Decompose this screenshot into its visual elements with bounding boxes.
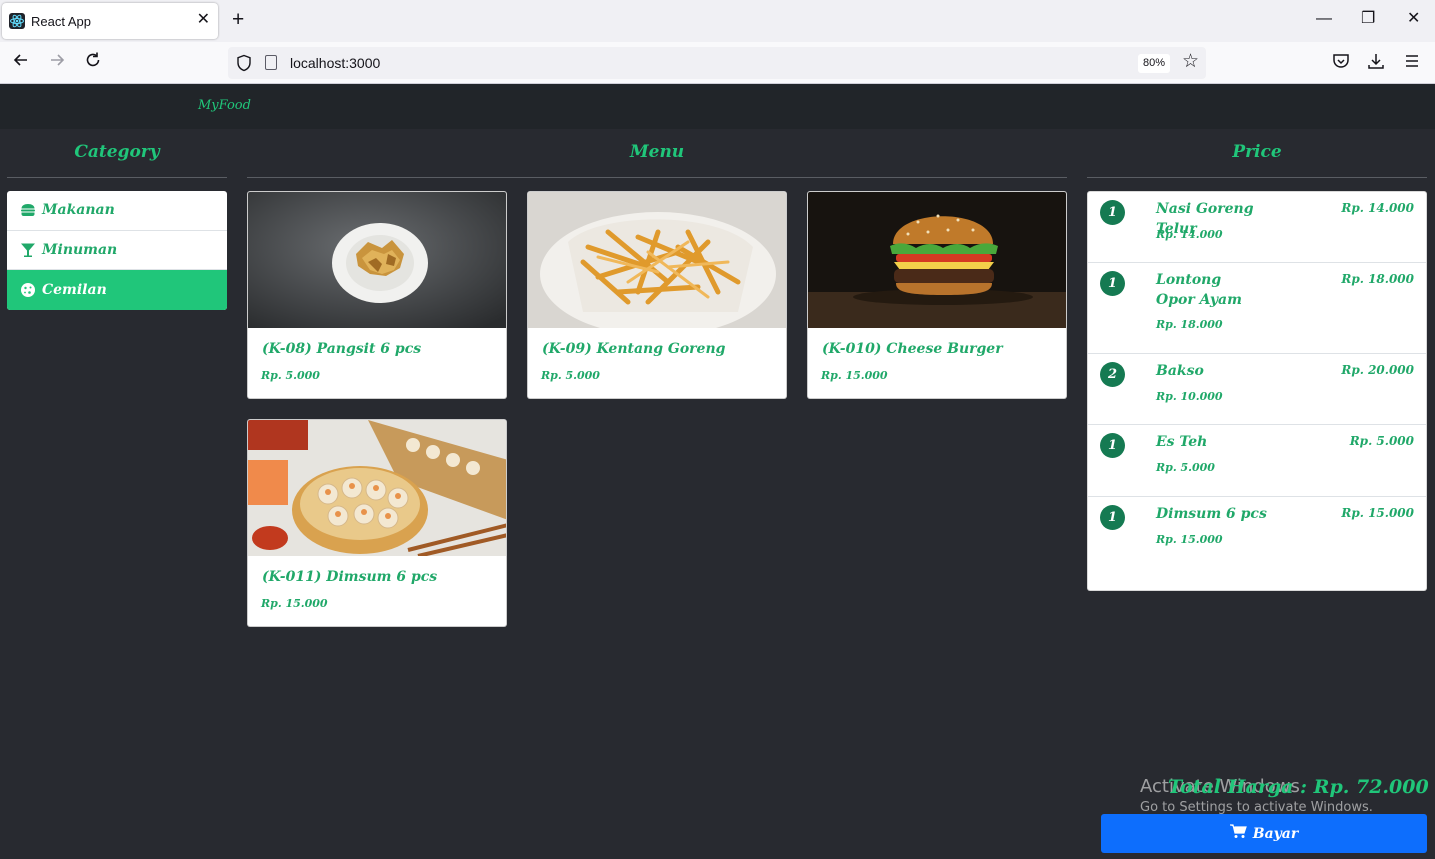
order-item[interactable]: 1 Es Teh Rp. 5.000 Rp. 5.000: [1088, 425, 1426, 497]
category-item-minuman[interactable]: Minuman: [7, 231, 227, 270]
order-item-unit-price: Rp. 5.000: [1156, 461, 1215, 474]
category-label: Cemilan: [42, 281, 107, 298]
price-divider: [1087, 177, 1427, 178]
total-price: Total Harga : Rp. 72.000: [1168, 776, 1429, 798]
order-item-total: Rp. 14.000: [1341, 201, 1414, 215]
tab-title: React App: [31, 14, 91, 29]
order-item[interactable]: 1 Dimsum 6 pcs Rp. 15.000 Rp. 15.000: [1088, 497, 1426, 567]
order-item-total: Rp. 20.000: [1341, 363, 1414, 377]
quantity-badge: 1: [1100, 200, 1125, 225]
bookmark-star-icon[interactable]: ☆: [1182, 51, 1199, 73]
close-window-icon[interactable]: ✕: [1407, 8, 1420, 30]
download-icon[interactable]: [1366, 51, 1388, 75]
new-tab-button[interactable]: +: [232, 9, 244, 31]
pay-button-label: Bayar: [1252, 825, 1299, 842]
category-item-cemilan[interactable]: Cemilan: [7, 270, 227, 310]
category-label: Minuman: [42, 241, 118, 258]
brand-logo[interactable]: MyFood: [198, 98, 251, 113]
zoom-level-badge[interactable]: 80%: [1137, 54, 1170, 73]
url-text[interactable]: localhost:3000: [290, 55, 380, 71]
menu-card-price: Rp. 15.000: [821, 369, 888, 382]
menu-card-price: Rp. 5.000: [261, 369, 320, 382]
menu-card-title: (K-08) Pangsit 6 pcs: [262, 341, 422, 357]
kentang-goreng-image: [528, 192, 786, 328]
browser-tab[interactable]: React App ✕: [2, 3, 218, 39]
order-item-name: Lontong Opor Ayam: [1156, 272, 1242, 308]
maximize-icon[interactable]: ❐: [1361, 8, 1375, 30]
menu-card-title: (K-011) Dimsum 6 pcs: [262, 569, 438, 585]
watermark-subtitle: Go to Settings to activate Windows.: [1140, 800, 1373, 815]
order-item[interactable]: 2 Bakso Rp. 10.000 Rp. 20.000: [1088, 354, 1426, 425]
shield-icon[interactable]: [236, 54, 252, 72]
category-item-makanan[interactable]: Makanan: [7, 191, 227, 231]
menu-card[interactable]: (K-09) Kentang Goreng Rp. 5.000: [527, 191, 787, 399]
minimize-icon[interactable]: —: [1316, 8, 1332, 30]
react-logo-icon: [9, 13, 25, 29]
category-heading: Category: [74, 142, 160, 162]
quantity-badge: 1: [1100, 271, 1125, 296]
menu-card[interactable]: (K-011) Dimsum 6 pcs Rp. 15.000: [247, 419, 507, 627]
address-bar[interactable]: localhost:3000 80% ☆: [228, 47, 1206, 79]
menu-card-price: Rp. 15.000: [261, 597, 328, 610]
forward-arrow-icon[interactable]: [45, 51, 69, 75]
dimsum-image: [248, 420, 506, 556]
hamburger-menu-icon[interactable]: [1402, 51, 1424, 75]
order-item[interactable]: 1 Lontong Opor Ayam Rp. 18.000 Rp. 18.00…: [1088, 263, 1426, 354]
menu-card[interactable]: (K-010) Cheese Burger Rp. 15.000: [807, 191, 1067, 399]
menu-divider: [247, 177, 1067, 178]
cocktail-glass-icon: [20, 242, 36, 258]
close-tab-icon[interactable]: ✕: [197, 11, 210, 29]
menu-card-title: (K-010) Cheese Burger: [822, 341, 1003, 357]
order-item-total: Rp. 5.000: [1349, 434, 1414, 448]
order-item-unit-price: Rp. 18.000: [1156, 318, 1223, 331]
order-item-total: Rp. 15.000: [1341, 506, 1414, 520]
order-item-name: Bakso: [1156, 363, 1204, 379]
quantity-badge: 1: [1100, 433, 1125, 458]
menu-card-price: Rp. 5.000: [541, 369, 600, 382]
shopping-cart-icon: [1229, 824, 1253, 843]
order-item-unit-price: Rp. 10.000: [1156, 390, 1223, 403]
order-item-name: Es Teh: [1156, 434, 1208, 450]
page-icon: [265, 55, 277, 70]
order-list: 1 Nasi Goreng Telur Rp. 14.000 Rp. 14.00…: [1087, 191, 1427, 591]
app-navbar: MyFood: [0, 84, 1435, 129]
pay-button[interactable]: Bayar: [1101, 814, 1427, 853]
browser-tab-bar: React App ✕ + — ❐ ✕: [0, 0, 1435, 42]
cheese-burger-image: [808, 192, 1066, 328]
menu-heading: Menu: [629, 142, 685, 162]
quantity-badge: 2: [1100, 362, 1125, 387]
menu-card[interactable]: (K-08) Pangsit 6 pcs Rp. 5.000: [247, 191, 507, 399]
order-item-unit-price: Rp. 15.000: [1156, 533, 1223, 546]
category-divider: [7, 177, 227, 178]
category-label: Makanan: [42, 202, 115, 219]
menu-card-title: (K-09) Kentang Goreng: [542, 341, 726, 357]
order-item[interactable]: 1 Nasi Goreng Telur Rp. 14.000 Rp. 14.00…: [1088, 192, 1426, 263]
back-arrow-icon[interactable]: [9, 51, 33, 75]
order-item-total: Rp. 18.000: [1341, 272, 1414, 286]
category-list: Makanan Minuman Cemilan: [7, 191, 227, 310]
price-heading: Price: [1232, 142, 1282, 162]
pangsit-image: [248, 192, 506, 328]
order-item-unit-price: Rp. 14.000: [1156, 228, 1223, 241]
browser-nav-bar: localhost:3000 80% ☆: [0, 42, 1435, 84]
order-item-name: Dimsum 6 pcs: [1156, 506, 1267, 522]
pocket-icon[interactable]: [1331, 51, 1353, 75]
hamburger-icon: [20, 202, 36, 218]
reload-icon[interactable]: [81, 51, 105, 75]
cookie-icon: [20, 282, 36, 298]
quantity-badge: 1: [1100, 505, 1125, 530]
